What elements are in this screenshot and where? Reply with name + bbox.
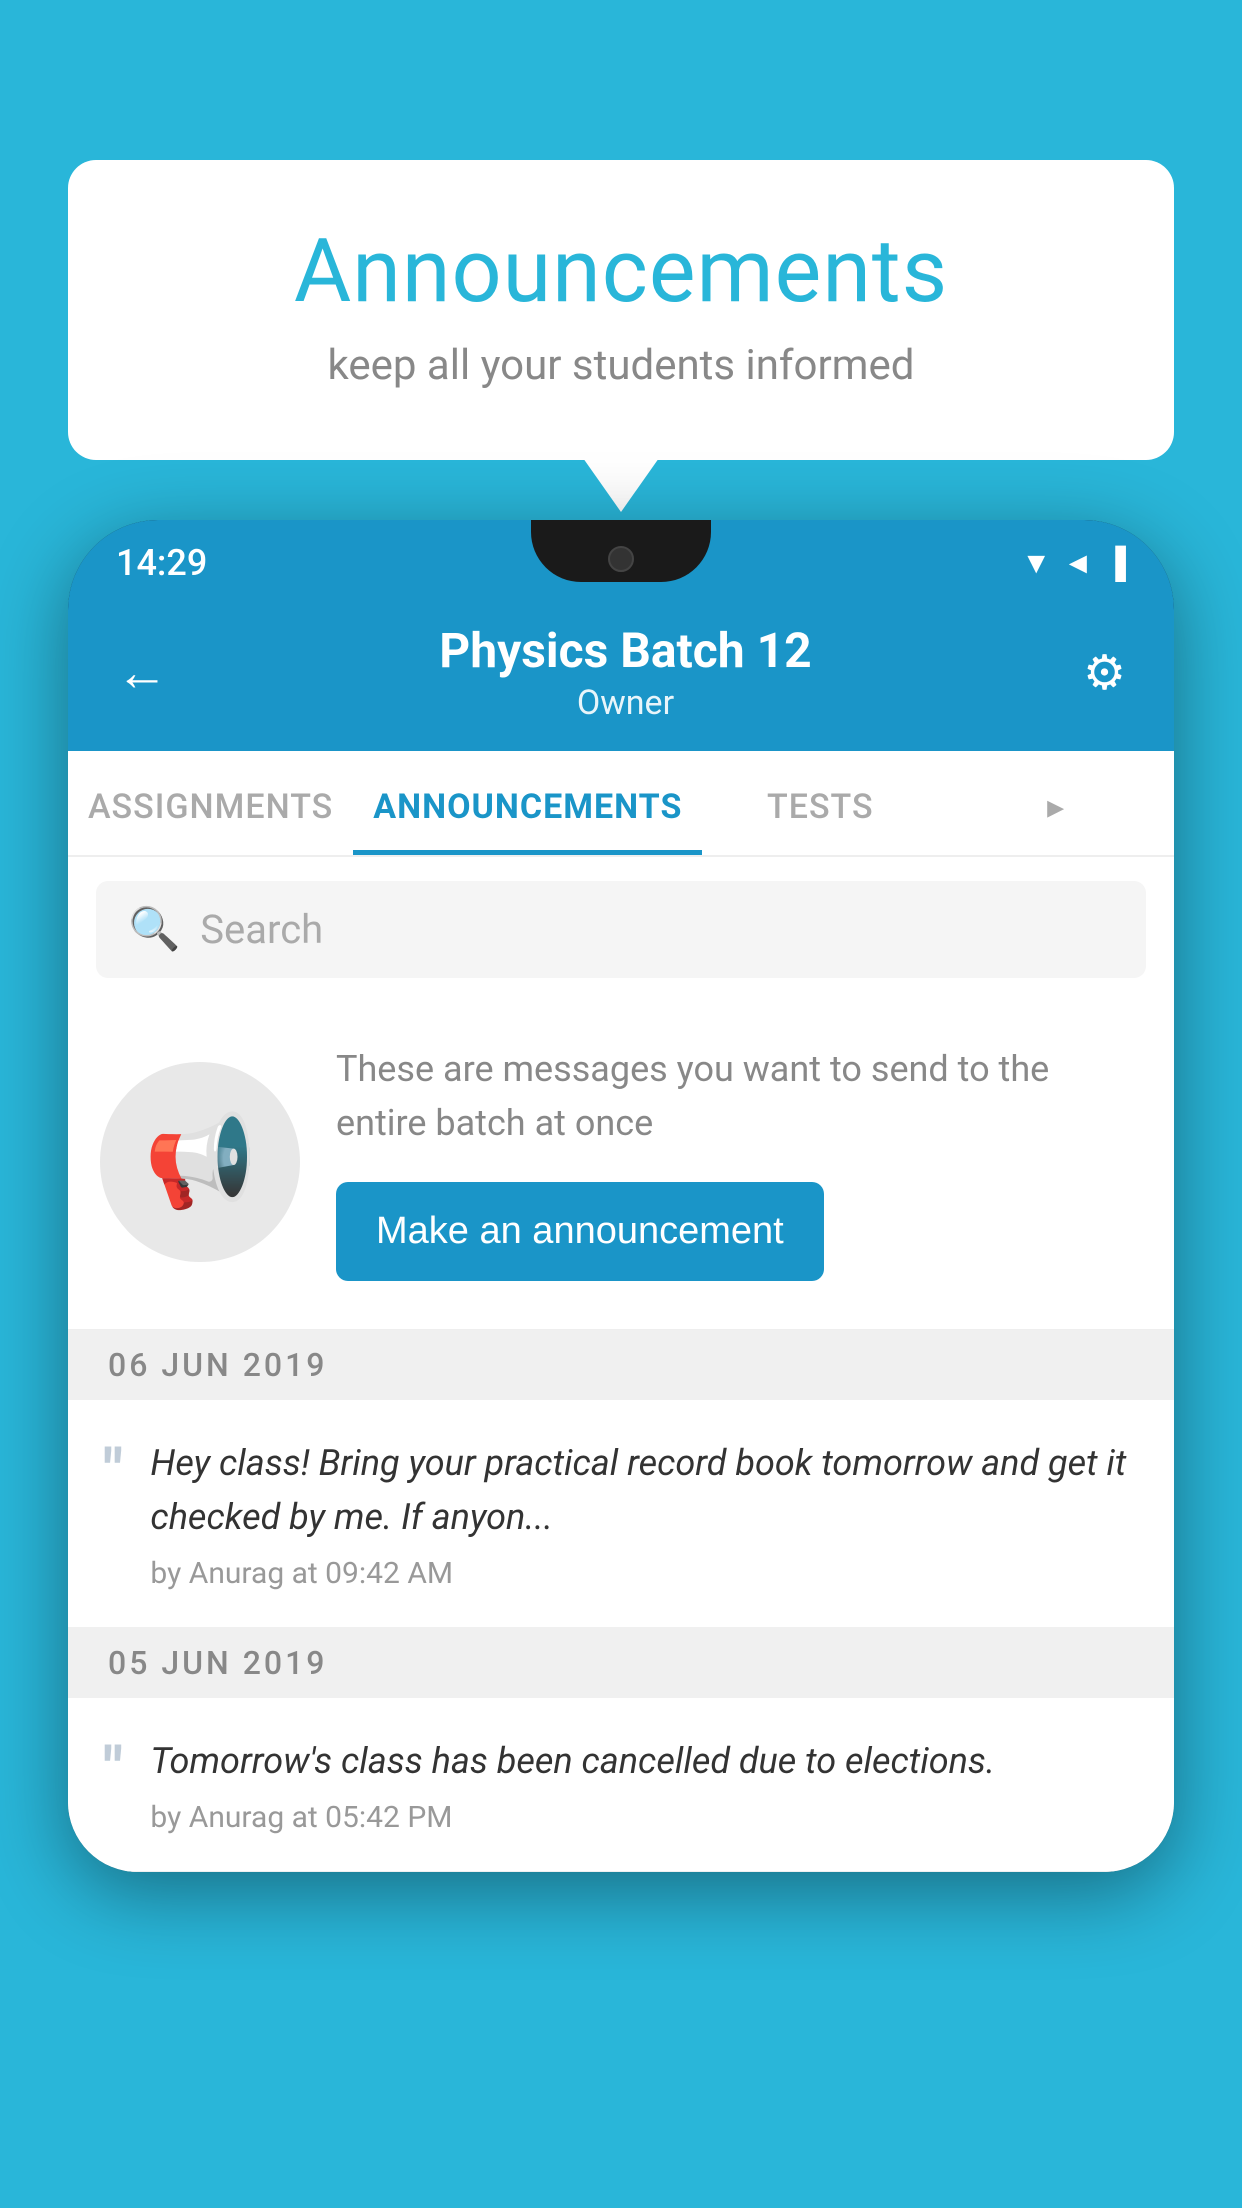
- tab-more[interactable]: ▸: [938, 751, 1174, 855]
- megaphone-icon: 📢: [144, 1109, 256, 1214]
- date-separator-1: 06 JUN 2019: [68, 1330, 1174, 1400]
- search-input-placeholder: Search: [200, 906, 323, 953]
- bubble-subtitle: keep all your students informed: [148, 341, 1094, 390]
- announcement-text-1: Hey class! Bring your practical record b…: [150, 1436, 1138, 1544]
- speech-bubble-container: Announcements keep all your students inf…: [68, 160, 1174, 460]
- announcement-content-2: Tomorrow's class has been cancelled due …: [150, 1734, 1138, 1835]
- status-time: 14:29: [116, 542, 207, 584]
- search-icon: 🔍: [128, 905, 180, 954]
- date-label-2: 05 JUN 2019: [108, 1644, 327, 1682]
- app-header: ← Physics Batch 12 Owner ⚙: [68, 598, 1174, 751]
- back-button[interactable]: ←: [116, 642, 168, 703]
- wifi-icon: ▼: [1021, 546, 1051, 581]
- tab-tests[interactable]: TESTS: [702, 751, 938, 855]
- empty-state-description: These are messages you want to send to t…: [336, 1042, 1142, 1150]
- date-label-1: 06 JUN 2019: [108, 1346, 327, 1384]
- announcement-meta-2: by Anurag at 05:42 PM: [150, 1800, 1138, 1835]
- speech-bubble: Announcements keep all your students inf…: [68, 160, 1174, 460]
- signal-icon: ◄: [1063, 546, 1093, 581]
- battery-icon: ▐: [1105, 546, 1126, 581]
- phone-notch: [531, 520, 711, 582]
- date-separator-2: 05 JUN 2019: [68, 1628, 1174, 1698]
- quote-icon-2: ": [104, 1740, 122, 1798]
- empty-state-right: These are messages you want to send to t…: [336, 1042, 1142, 1281]
- tab-announcements[interactable]: ANNOUNCEMENTS: [353, 751, 702, 855]
- header-center: Physics Batch 12 Owner: [439, 622, 811, 723]
- announcement-item-2[interactable]: " Tomorrow's class has been cancelled du…: [68, 1698, 1174, 1872]
- tab-bar: ASSIGNMENTS ANNOUNCEMENTS TESTS ▸: [68, 751, 1174, 857]
- empty-icon-circle: 📢: [100, 1062, 300, 1262]
- phone-wrapper: 14:29 ▼ ◄ ▐ ← Physics Batch 12 Owner ⚙ A…: [68, 520, 1174, 2208]
- make-announcement-button[interactable]: Make an announcement: [336, 1182, 824, 1281]
- header-title: Physics Batch 12: [439, 622, 811, 679]
- tab-assignments[interactable]: ASSIGNMENTS: [68, 751, 353, 855]
- announcement-text-2: Tomorrow's class has been cancelled due …: [150, 1734, 1138, 1788]
- announcement-item-1[interactable]: " Hey class! Bring your practical record…: [68, 1400, 1174, 1628]
- quote-icon-1: ": [104, 1442, 122, 1500]
- header-subtitle: Owner: [439, 683, 811, 723]
- bubble-title: Announcements: [148, 220, 1094, 323]
- phone-frame: 14:29 ▼ ◄ ▐ ← Physics Batch 12 Owner ⚙ A…: [68, 520, 1174, 1872]
- announcement-content-1: Hey class! Bring your practical record b…: [150, 1436, 1138, 1591]
- empty-state: 📢 These are messages you want to send to…: [68, 1002, 1174, 1330]
- settings-button[interactable]: ⚙: [1083, 644, 1126, 701]
- front-camera: [608, 546, 634, 572]
- search-container: 🔍 Search: [68, 857, 1174, 1002]
- announcement-meta-1: by Anurag at 09:42 AM: [150, 1556, 1138, 1591]
- search-box[interactable]: 🔍 Search: [96, 881, 1146, 978]
- status-icons: ▼ ◄ ▐: [1021, 546, 1126, 581]
- content-area: 🔍 Search 📢 These are messages you want t…: [68, 857, 1174, 1872]
